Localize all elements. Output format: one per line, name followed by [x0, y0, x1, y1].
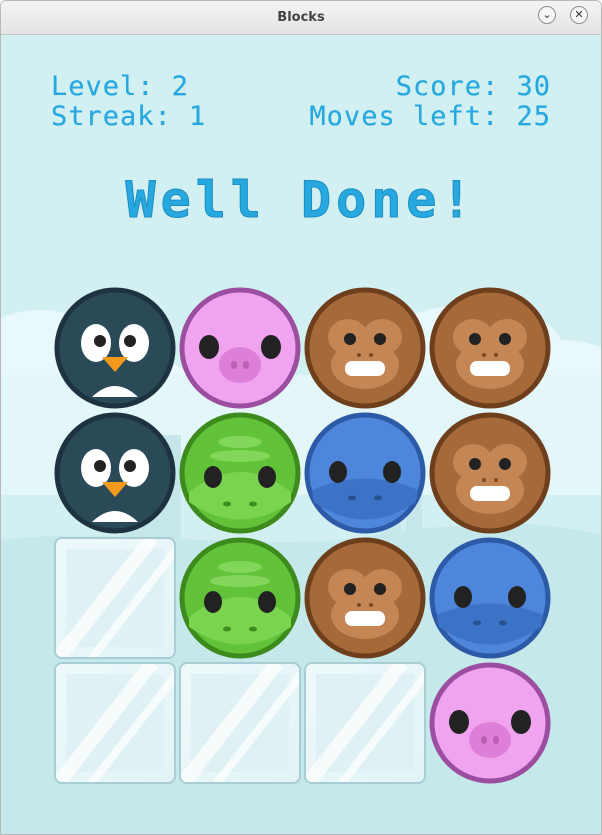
well-done-banner: Well Done! [125, 171, 477, 230]
streak-label: Streak: 1 [51, 101, 207, 132]
title-bar[interactable]: Blocks ⌄ ✕ [1, 1, 601, 35]
level-label: Level: 2 [51, 71, 190, 102]
window-title: Blocks [277, 10, 325, 25]
score-label: Score: 30 [395, 71, 551, 102]
frog-block[interactable] [179, 537, 301, 659]
pig-icon [429, 662, 551, 784]
ice-block[interactable] [54, 537, 176, 659]
ice-tile [54, 662, 176, 784]
ice-block[interactable] [304, 662, 426, 784]
frog-icon [179, 537, 301, 659]
penguin-icon [54, 412, 176, 534]
monkey-icon [304, 537, 426, 659]
frog-block[interactable] [179, 412, 301, 534]
monkey-block[interactable] [429, 412, 551, 534]
pig-block[interactable] [429, 662, 551, 784]
hippo-block[interactable] [304, 412, 426, 534]
minimize-icon[interactable]: ⌄ [538, 6, 556, 24]
penguin-icon [54, 287, 176, 409]
moves-left-label: Moves left: 25 [309, 101, 551, 132]
ice-block[interactable] [179, 662, 301, 784]
pig-icon [179, 287, 301, 409]
close-icon[interactable]: ✕ [570, 6, 588, 24]
monkey-block[interactable] [304, 537, 426, 659]
ice-tile [54, 537, 176, 659]
monkey-icon [429, 412, 551, 534]
frog-icon [179, 412, 301, 534]
monkey-block[interactable] [304, 287, 426, 409]
monkey-icon [429, 287, 551, 409]
game-scene: Level: 2 Streak: 1 Score: 30 Moves left:… [1, 35, 601, 834]
monkey-block[interactable] [429, 287, 551, 409]
ice-block[interactable] [54, 662, 176, 784]
hippo-icon [429, 537, 551, 659]
ice-tile [304, 662, 426, 784]
app-window: Blocks ⌄ ✕ Level: 2 Streak: 1 Score: 30 … [0, 0, 602, 835]
penguin-block[interactable] [54, 412, 176, 534]
penguin-block[interactable] [54, 287, 176, 409]
monkey-icon [304, 287, 426, 409]
hippo-block[interactable] [429, 537, 551, 659]
ice-tile [179, 662, 301, 784]
hippo-icon [304, 412, 426, 534]
pig-block[interactable] [179, 287, 301, 409]
